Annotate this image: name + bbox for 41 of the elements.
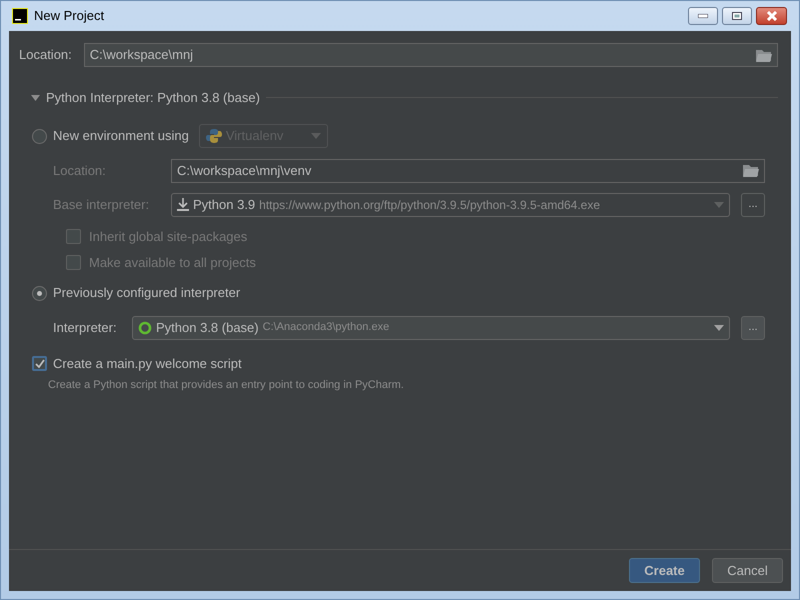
field-label: Location: (19, 46, 72, 64)
path-field[interactable]: C:\workspace\mnj\venv (171, 158, 765, 182)
interpreter-dropdown[interactable]: Python 3.8 (base) C:\Anaconda3\python.exe (132, 316, 730, 340)
radio-button[interactable] (32, 286, 47, 300)
checkbox-label[interactable]: Make available to all projects (89, 252, 256, 272)
checkbox-label[interactable]: Create a main.py welcome script (53, 354, 242, 373)
field-label: Base interpreter: (53, 196, 150, 214)
location-field[interactable]: C:\workspace\mnj (84, 43, 778, 67)
hint-text: Create a Python script that provides an entry point to coding in PyCharm. (47, 378, 405, 393)
section-header[interactable]: Python Interpreter: Python 3.8 (base) (46, 88, 260, 108)
maximize-button[interactable] (722, 7, 752, 25)
field-label: Location: (53, 162, 107, 180)
checkmark-icon (34, 358, 44, 368)
checkbox[interactable] (66, 255, 81, 270)
snake-logo-icon (206, 128, 222, 144)
minimize-button[interactable] (688, 7, 718, 25)
close-button[interactable] (756, 7, 787, 25)
radio-button[interactable] (32, 128, 47, 144)
maximize-icon (732, 12, 742, 20)
caret-icon (310, 133, 321, 139)
caret-icon (714, 202, 724, 208)
close-icon (766, 11, 778, 21)
caret-icon (714, 324, 724, 330)
minimize-icon (698, 14, 708, 18)
window-title: New Project (34, 7, 104, 26)
cancel-button[interactable]: Cancel (712, 558, 783, 583)
radio-label[interactable]: Previously configured interpreter (53, 283, 240, 303)
ring-icon (138, 320, 152, 334)
app-icon (12, 8, 28, 24)
interpreter-dropdown[interactable]: Python 3.9 https://www.python.org/ftp/python/3.9.5/python-3.9.5-amd64.exe (171, 192, 730, 216)
browse-button[interactable]: ... (741, 316, 765, 340)
browse-button[interactable]: ... (741, 192, 765, 216)
checkbox[interactable] (66, 229, 81, 244)
create-button[interactable]: Create (629, 558, 700, 583)
folder-icon (756, 48, 772, 62)
folder-icon (743, 164, 759, 177)
checkbox-label[interactable]: Inherit global site-packages (89, 226, 248, 246)
field-label: Interpreter: (53, 318, 118, 337)
radio-label[interactable]: New environment using (53, 126, 189, 146)
download-icon (177, 198, 189, 211)
checkbox[interactable] (32, 356, 47, 371)
